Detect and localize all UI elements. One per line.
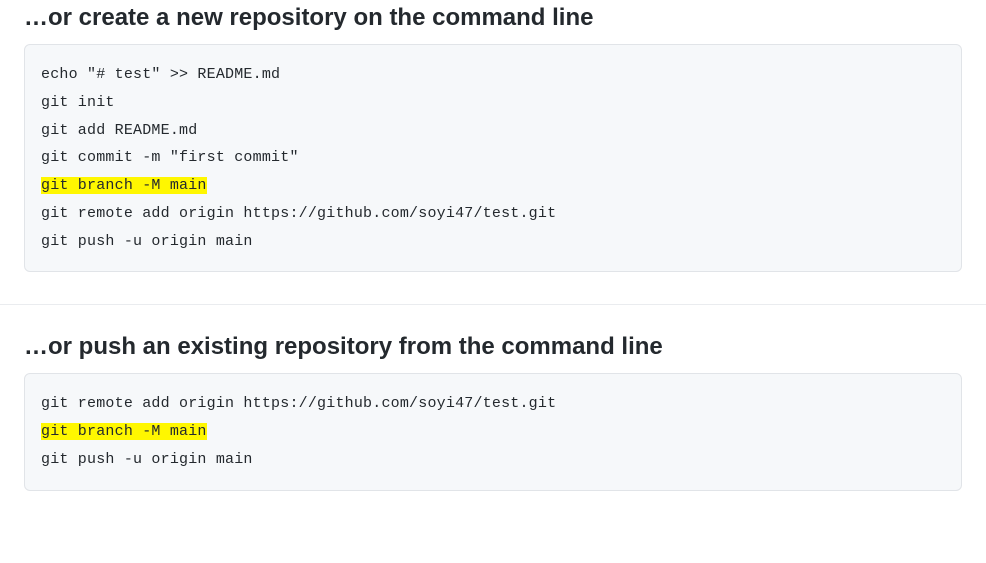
highlighted-code: git branch -M main xyxy=(41,423,207,440)
code-line: git add README.md xyxy=(41,117,945,145)
code-line: git remote add origin https://github.com… xyxy=(41,200,945,228)
code-line: git branch -M main xyxy=(41,172,945,200)
section-divider xyxy=(0,304,986,305)
code-block-push[interactable]: git remote add origin https://github.com… xyxy=(24,373,962,490)
highlighted-code: git branch -M main xyxy=(41,177,207,194)
section-heading-create: …or create a new repository on the comma… xyxy=(24,4,962,32)
create-repo-section: …or create a new repository on the comma… xyxy=(0,4,986,272)
push-repo-section: …or push an existing repository from the… xyxy=(0,333,986,490)
section-heading-push: …or push an existing repository from the… xyxy=(24,333,962,361)
code-line: git init xyxy=(41,89,945,117)
code-line: git remote add origin https://github.com… xyxy=(41,390,945,418)
code-line: git push -u origin main xyxy=(41,446,945,474)
code-block-create[interactable]: echo "# test" >> README.mdgit initgit ad… xyxy=(24,44,962,272)
code-line: git commit -m "first commit" xyxy=(41,144,945,172)
code-line: git push -u origin main xyxy=(41,228,945,256)
code-line: echo "# test" >> README.md xyxy=(41,61,945,89)
code-line: git branch -M main xyxy=(41,418,945,446)
